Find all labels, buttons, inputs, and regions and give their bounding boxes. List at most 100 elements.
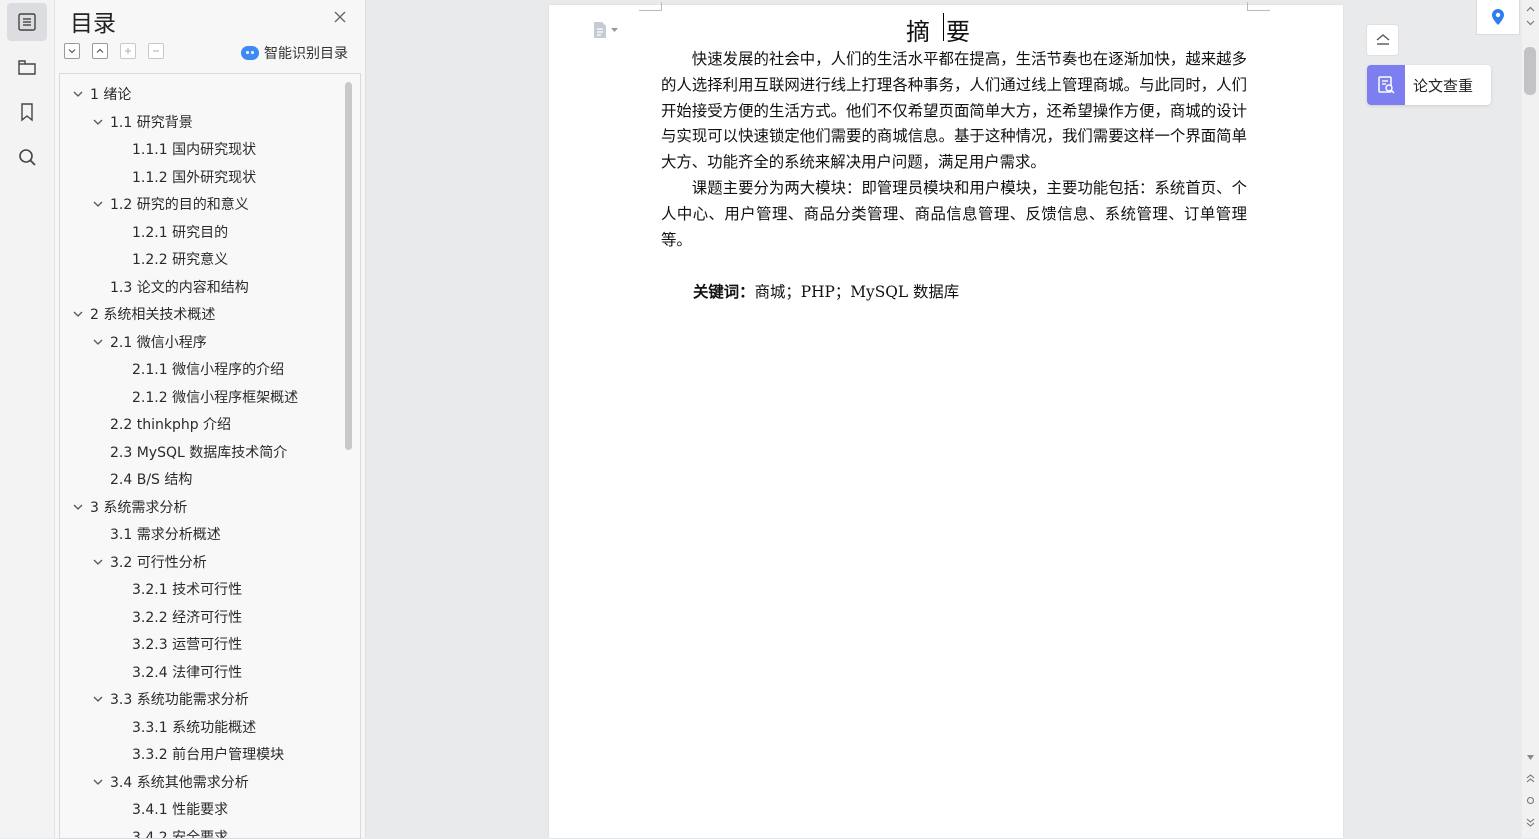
toc-item-label: 3.2.3 运营可行性 (132, 634, 242, 654)
double-chevron-down-icon (1526, 818, 1535, 827)
toc-item-label: 2.1 微信小程序 (110, 332, 207, 352)
search-panel-button[interactable] (7, 138, 47, 176)
chevron-down-icon[interactable] (70, 499, 86, 515)
toc-item[interactable]: 3.2.4 法律可行性 (132, 660, 242, 684)
toc-item-label: 3.4.2 安全要求 (132, 827, 228, 839)
page-corner-mark (639, 2, 662, 11)
toc-item[interactable]: 3.3.1 系统功能概述 (132, 715, 256, 739)
select-browse-object-button[interactable] (1525, 795, 1536, 806)
locate-button[interactable] (1476, 0, 1520, 35)
expand-all-button[interactable] (64, 43, 80, 59)
toc-item[interactable]: 3.3 系统功能需求分析 (90, 687, 249, 711)
toc-item[interactable]: 1.2.2 研究意义 (132, 247, 228, 271)
toc-item-label: 3.3.1 系统功能概述 (132, 717, 256, 737)
toc-item-label: 3.3.2 前台用户管理模块 (132, 744, 284, 764)
toc-title: 目录 (70, 4, 116, 38)
scroll-down-small[interactable] (1525, 17, 1536, 28)
toc-item-label: 2 系统相关技术概述 (90, 304, 215, 324)
collapse-toolbar-button[interactable] (1366, 24, 1399, 56)
keywords-label: 关键词： (693, 283, 755, 301)
toc-item[interactable]: 3.2 可行性分析 (90, 550, 207, 574)
chevron-down-icon[interactable] (90, 691, 106, 707)
toc-item[interactable]: 1.2.1 研究目的 (132, 220, 228, 244)
toc-item[interactable]: 1.1.1 国内研究现状 (132, 137, 256, 161)
toc-item[interactable]: 3.4 系统其他需求分析 (90, 770, 249, 794)
scrollbar-thumb[interactable] (1524, 47, 1536, 95)
chevron-down-icon[interactable] (90, 774, 106, 790)
document-title: 摘要 (549, 12, 1343, 47)
document-page[interactable]: 摘要 快速发展的社会中，人们的生活水平都在提高，生活节奏也在逐渐加快，越来越多的… (549, 5, 1343, 838)
toc-item[interactable]: 1.2 研究的目的和意义 (90, 192, 249, 216)
toc-item[interactable]: 1.3 论文的内容和结构 (110, 275, 249, 299)
toc-item[interactable]: 2.1.1 微信小程序的介绍 (132, 357, 284, 381)
keywords-line: 关键词：商城；PHP；MySQL 数据库 (693, 280, 959, 302)
toc-panel: 目录 智能识别目录 1 绪论 1.1 研究背景 1.1.1 国内研究现状 1.1.2 … (55, 0, 366, 838)
smart-toc-label: 智能识别目录 (264, 43, 348, 63)
toc-item[interactable]: 2.1 微信小程序 (90, 330, 207, 354)
chevron-up-icon (95, 46, 105, 56)
toc-item[interactable]: 3.2.2 经济可行性 (132, 605, 242, 629)
location-pin-icon (1491, 8, 1505, 26)
chevron-down-icon[interactable] (90, 554, 106, 570)
minus-icon (151, 46, 161, 56)
smart-toc-button[interactable]: 智能识别目录 (241, 43, 348, 63)
toc-item-label: 3.4 系统其他需求分析 (110, 772, 249, 792)
toc-item-label: 2.2 thinkphp 介绍 (110, 414, 231, 434)
toc-item-label: 2.3 MySQL 数据库技术简介 (110, 442, 287, 462)
toc-item-label: 1.3 论文的内容和结构 (110, 277, 249, 297)
toc-item-label: 1.1.2 国外研究现状 (132, 167, 256, 187)
toc-item-label: 1.1.1 国内研究现状 (132, 139, 256, 159)
toc-item-label: 2.4 B/S 结构 (110, 469, 192, 489)
ai-icon (241, 46, 259, 60)
close-icon[interactable] (333, 10, 347, 24)
toc-item[interactable]: 1.1.2 国外研究现状 (132, 165, 256, 189)
circle-icon (1526, 796, 1535, 805)
abstract-paragraph: 快速发展的社会中，人们的生活水平都在提高，生活节奏也在逐渐加快，越来越多的人选择… (661, 47, 1247, 176)
add-level-button[interactable] (120, 43, 136, 59)
previous-page-button[interactable] (1525, 773, 1536, 784)
toc-item-label: 2.1.2 微信小程序框架概述 (132, 387, 298, 407)
toc-item[interactable]: 3.4.2 安全要求 (132, 825, 228, 839)
toc-item[interactable]: 3.2.3 运营可行性 (132, 632, 242, 656)
toc-item[interactable]: 3.4.1 性能要求 (132, 797, 228, 821)
toc-panel-button[interactable] (7, 3, 47, 41)
toc-item[interactable]: 2.4 B/S 结构 (110, 467, 192, 491)
toc-item[interactable]: 2 系统相关技术概述 (70, 302, 215, 326)
chevron-down-icon[interactable] (70, 86, 86, 102)
toc-scrollbar[interactable] (345, 82, 352, 450)
collapse-all-button[interactable] (92, 43, 108, 59)
toc-item[interactable]: 3.2.1 技术可行性 (132, 577, 242, 601)
search-icon (16, 146, 38, 168)
toc-item[interactable]: 3 系统需求分析 (70, 495, 187, 519)
scroll-up-button[interactable] (1525, 4, 1536, 15)
toc-item-label: 1.2 研究的目的和意义 (110, 194, 249, 214)
toc-item[interactable]: 3.1 需求分析概述 (110, 522, 221, 546)
chevron-down-icon[interactable] (70, 306, 86, 322)
toc-item[interactable]: 1 绪论 (70, 82, 131, 106)
scroll-down-button[interactable] (1525, 752, 1536, 763)
paper-check-button[interactable]: 论文查重 (1367, 65, 1491, 105)
toc-item[interactable]: 2.1.2 微信小程序框架概述 (132, 385, 298, 409)
toc-item[interactable]: 1.1 研究背景 (90, 110, 193, 134)
outline-icon (16, 11, 38, 33)
toc-item[interactable]: 3.3.2 前台用户管理模块 (132, 742, 284, 766)
chevron-down-icon[interactable] (90, 196, 106, 212)
document-scrollbar[interactable] (1522, 0, 1539, 838)
navigation-pane-button[interactable] (7, 48, 47, 86)
toc-item-label: 3.3 系统功能需求分析 (110, 689, 249, 709)
toc-toolbar (64, 43, 164, 61)
toc-item-label: 3.2 可行性分析 (110, 552, 207, 572)
text-cursor (943, 13, 944, 41)
toc-item-label: 2.1.1 微信小程序的介绍 (132, 359, 284, 379)
eject-icon (1375, 33, 1391, 47)
bookmark-panel-button[interactable] (7, 93, 47, 131)
chevron-down-icon[interactable] (90, 114, 106, 130)
chevron-down-icon[interactable] (90, 334, 106, 350)
toc-item[interactable]: 2.2 thinkphp 介绍 (110, 412, 231, 436)
remove-level-button[interactable] (148, 43, 164, 59)
double-chevron-up-icon (1526, 774, 1535, 783)
next-page-button[interactable] (1525, 817, 1536, 828)
toc-item-label: 3.2.4 法律可行性 (132, 662, 242, 682)
toc-item[interactable]: 2.3 MySQL 数据库技术简介 (110, 440, 287, 464)
chevron-down-icon (67, 46, 77, 56)
